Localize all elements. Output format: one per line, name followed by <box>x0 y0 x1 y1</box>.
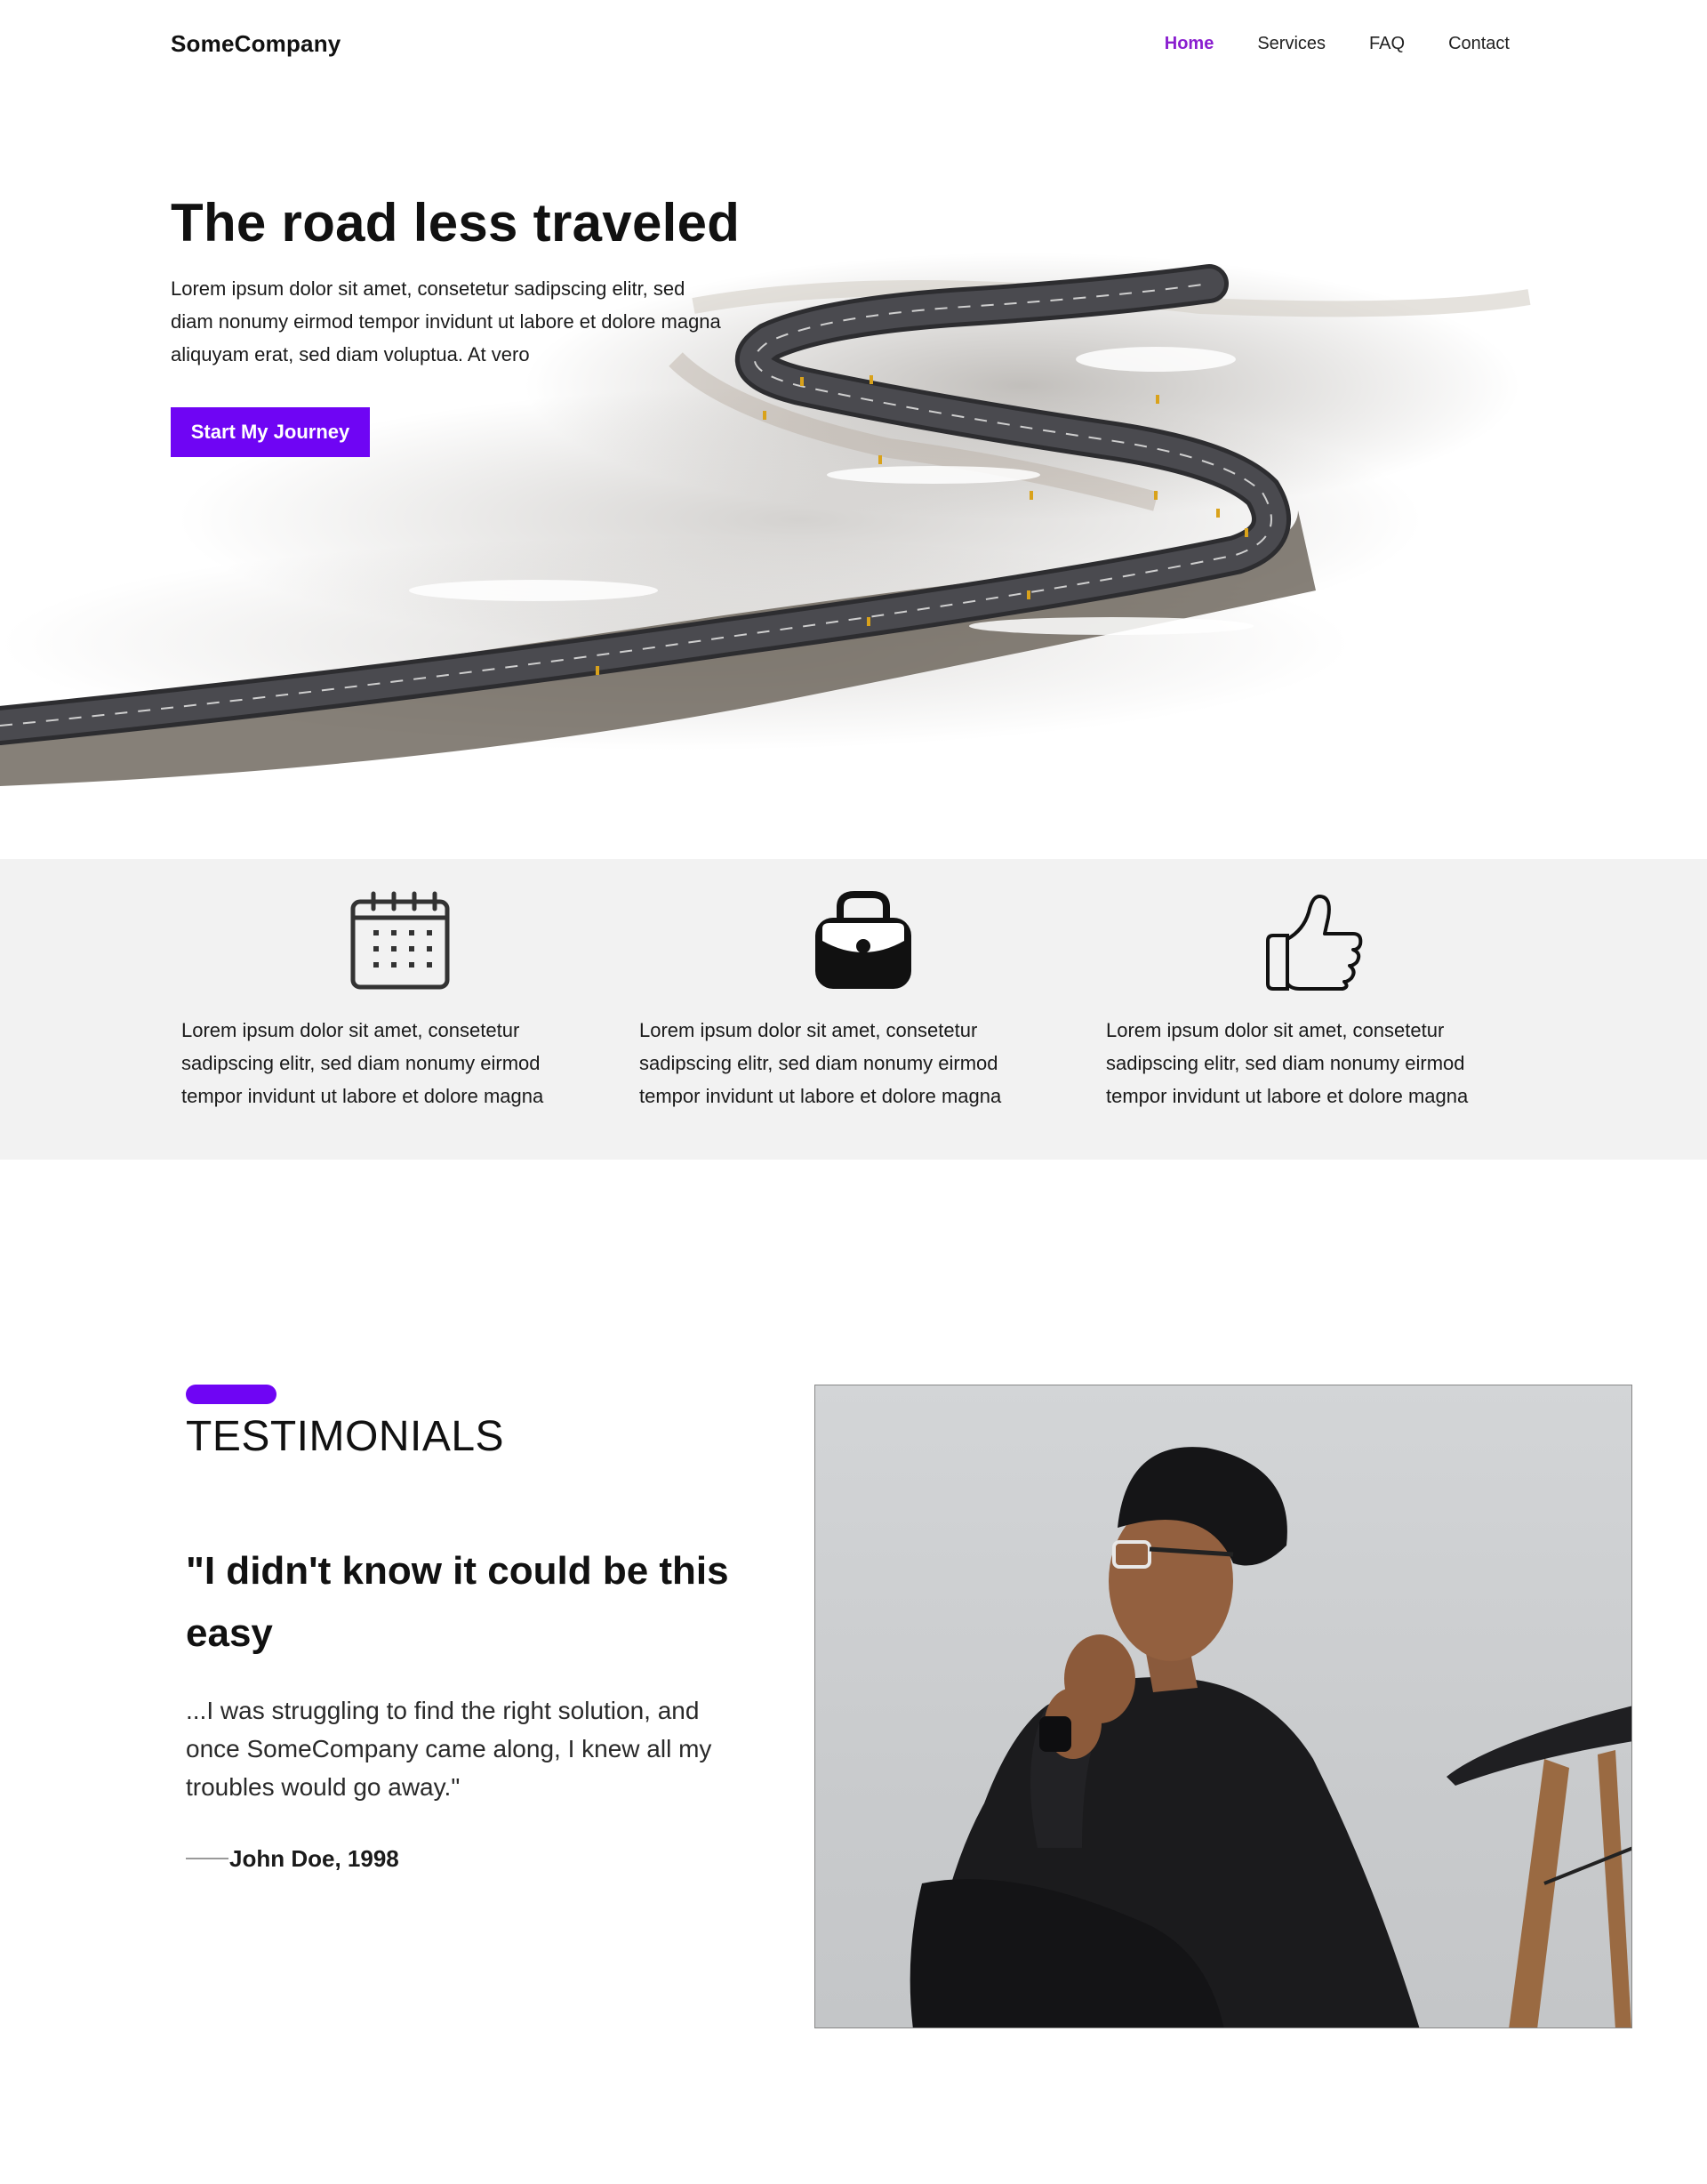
person-portrait-illustration <box>910 1447 1631 2027</box>
nav-item-home[interactable]: Home <box>1165 34 1214 54</box>
lock-bag-icon <box>815 891 911 989</box>
testimonial-quote-body: ...I was struggling to find the right so… <box>186 1697 712 1801</box>
nav-item-services[interactable]: Services <box>1257 34 1326 54</box>
calendar-icon <box>350 891 450 990</box>
hero-description: Lorem ipsum dolor sit amet, consetetur s… <box>171 277 721 365</box>
brand-logo[interactable]: SomeCompany <box>171 30 341 58</box>
feature-text: Lorem ipsum dolor sit amet, consetetur s… <box>1106 1019 1469 1107</box>
top-navigation: SomeCompany Home Services FAQ Contact <box>0 0 1707 92</box>
feature-text: Lorem ipsum dolor sit amet, consetetur s… <box>639 1019 1002 1107</box>
hero-section: The road less traveled Lorem ipsum dolor… <box>0 92 1707 859</box>
thumbs-up-icon <box>1266 895 1363 991</box>
feature-text: Lorem ipsum dolor sit amet, consetetur s… <box>181 1019 544 1107</box>
testimonials-heading: TESTIMONIALS <box>186 1413 505 1460</box>
author-divider <box>186 1858 228 1859</box>
testimonial-quote-headline: "I didn't know it could be this easy <box>186 1549 729 1655</box>
hero-title: The road less traveled <box>171 193 741 253</box>
testimonial-photo <box>814 1385 1632 2028</box>
section-accent-bar <box>186 1385 276 1404</box>
main-menu: Home Services FAQ Contact <box>1121 34 1510 54</box>
nav-item-faq[interactable]: FAQ <box>1369 34 1405 54</box>
start-journey-button[interactable]: Start My Journey <box>171 407 370 457</box>
testimonial-author: John Doe, 1998 <box>229 1845 399 1872</box>
features-section: Lorem ipsum dolor sit amet, consetetur s… <box>0 859 1707 1160</box>
nav-item-contact[interactable]: Contact <box>1448 34 1510 54</box>
